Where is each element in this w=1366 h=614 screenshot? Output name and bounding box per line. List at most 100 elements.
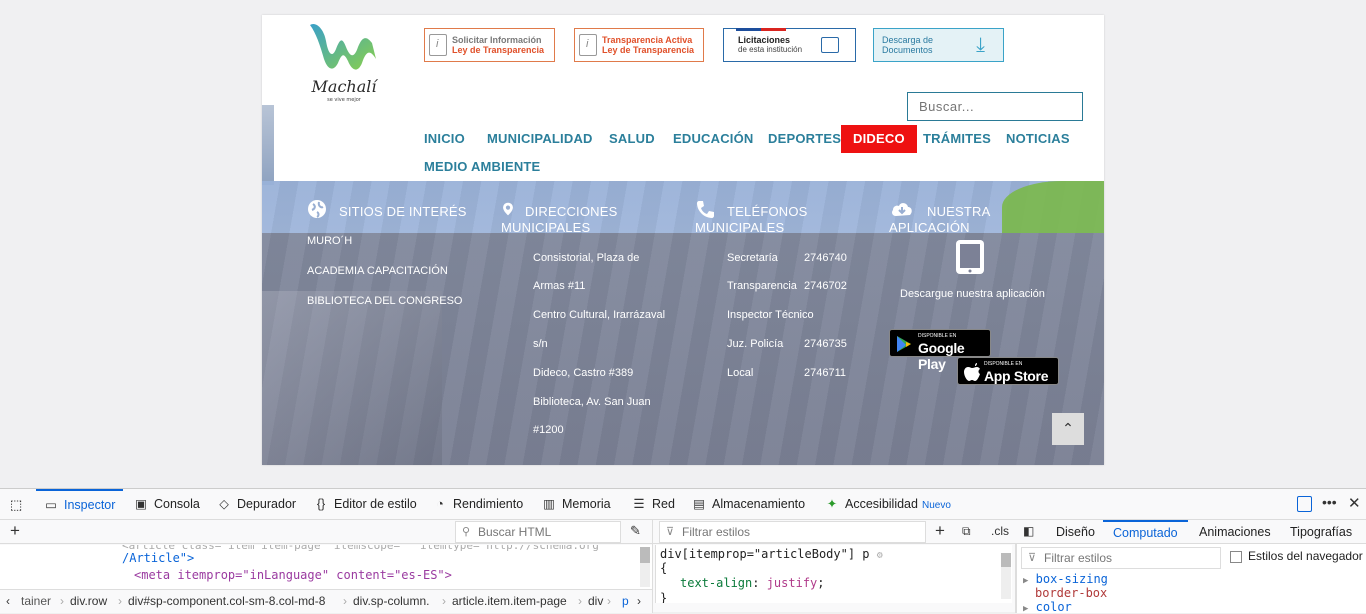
more-options-icon[interactable]: ••• <box>1322 494 1337 510</box>
tab-editor-estilo[interactable]: {} Editor de estilo <box>314 489 417 520</box>
nav-tramites[interactable]: TRÁMITES <box>923 125 991 153</box>
banner-line2: Ley de Transparencia <box>602 45 695 55</box>
chevron-up-icon: ⌃ <box>1062 421 1074 437</box>
css-declaration[interactable]: text-align: justify; <box>680 576 825 590</box>
site-search-input[interactable] <box>907 92 1083 121</box>
close-icon[interactable]: ✕ <box>1348 494 1361 512</box>
heading-telefonos: TELÉFONOS MUNICIPALES <box>695 199 808 236</box>
nav-deportes[interactable]: DEPORTES <box>768 125 841 153</box>
breadcrumb-scroll-left-icon[interactable]: ‹ <box>6 594 10 608</box>
app-store-badge[interactable]: DISPONIBLE EN App Store <box>957 357 1059 385</box>
breadcrumb-item[interactable]: div.row <box>70 594 107 608</box>
breadcrumb: ‹ tainer › div.row › div#sp-component.co… <box>0 589 652 613</box>
breadcrumb-item[interactable]: div#sp-component.col-sm-8.col-md-8 <box>128 594 325 608</box>
pane-divider[interactable] <box>652 520 653 613</box>
site-logo[interactable]: Machalí se vive mejor <box>306 19 382 107</box>
computed-prop: box-sizing <box>1035 572 1108 586</box>
sidebar-toggle-icon[interactable]: ◧ <box>1023 524 1034 538</box>
tab-label: Depurador <box>237 497 297 511</box>
windows-grid-icon <box>821 37 839 53</box>
heading-aplicacion: NUESTRA APLICACIÓN <box>889 199 991 236</box>
computed-filter-placeholder: Filtrar estilos <box>1044 551 1113 565</box>
gear-icon[interactable]: ⚙ <box>877 550 883 561</box>
banner-transparencia-activa[interactable]: Transparencia ActivaLey de Transparencia <box>574 28 704 62</box>
breadcrumb-item[interactable]: tainer <box>21 594 51 608</box>
filter-styles-input[interactable]: ⊽ Filtrar estilos <box>659 521 926 543</box>
breadcrumb-item[interactable]: article.item.item-page <box>452 594 567 608</box>
link-biblioteca-congreso[interactable]: BIBLIOTECA DEL CONGRESO <box>307 295 462 307</box>
banner-descarga-documentos[interactable]: Descarga de Documentos ⤓ <box>873 28 1004 62</box>
add-node-icon[interactable]: + <box>10 521 20 541</box>
download-icon: ⤓ <box>976 34 985 56</box>
nav-inicio[interactable]: INICIO <box>424 125 465 153</box>
html-line[interactable]: /Article"> <box>122 551 194 565</box>
scrollbar-thumb[interactable] <box>640 547 650 563</box>
add-rule-icon[interactable]: + <box>935 521 945 541</box>
link-academia[interactable]: ACADEMIA CAPACITACIÓN <box>307 265 448 277</box>
banner-solicitar-informacion[interactable]: Solicitar InformaciónLey de Transparenci… <box>424 28 555 62</box>
nav-municipalidad[interactable]: MUNICIPALIDAD <box>487 125 593 153</box>
nav-dideco[interactable]: DIDECO <box>841 125 917 153</box>
nav-salud[interactable]: SALUD <box>609 125 655 153</box>
tab-tipografias[interactable]: Tipografías <box>1290 520 1352 544</box>
html-tree-pane: <article class="item item-page" itemscop… <box>0 545 652 589</box>
heading-direcciones: DIRECCIONES MUNICIPALES <box>501 199 618 236</box>
tab-computado[interactable]: Computado <box>1103 520 1188 544</box>
heading-text: DIRECCIONES <box>525 204 618 219</box>
tab-inspector[interactable]: ▭ Inspector <box>36 489 124 520</box>
footer-background-shade <box>262 291 442 465</box>
cloud-download-icon <box>892 203 912 216</box>
breadcrumb-scroll-right-icon[interactable]: › <box>637 594 641 608</box>
link-muroh[interactable]: MURO´H <box>307 235 352 247</box>
eyedropper-icon[interactable]: ✎ <box>630 523 641 539</box>
scroll-to-top-button[interactable]: ⌃ <box>1052 413 1084 445</box>
computed-filter-input[interactable]: ⊽ Filtrar estilos <box>1021 547 1221 569</box>
google-play-badge[interactable]: DISPONIBLE EN Google Play <box>889 329 991 372</box>
heading-text: NUESTRA <box>927 204 991 219</box>
tab-memoria[interactable]: ▥ Memoria <box>542 489 611 520</box>
tab-accesibilidad[interactable]: ✦ Accesibilidad Nuevo <box>825 489 951 520</box>
css-property: text-align <box>680 576 753 590</box>
apple-logo-icon <box>964 363 980 381</box>
telefono-number: 2746735 <box>804 338 847 350</box>
html-scrollbar[interactable] <box>640 547 650 587</box>
tab-almacenamiento[interactable]: ▤ Almacenamiento <box>692 489 805 520</box>
tab-depurador[interactable]: ◇ Depurador <box>217 489 296 520</box>
debugger-icon: ◇ <box>219 497 229 511</box>
css-value: justify <box>766 576 818 590</box>
tab-rendimiento[interactable]: ◔ Rendimiento <box>433 489 523 520</box>
breadcrumb-item-selected[interactable]: p <box>622 594 629 608</box>
breadcrumb-separator: › <box>343 594 347 608</box>
site-footer: SITIOS DE INTERÉS DIRECCIONES MUNICIPALES… <box>262 181 1104 465</box>
tab-consola[interactable]: ▣ Consola <box>134 489 200 520</box>
browser-styles-checkbox[interactable] <box>1230 551 1242 563</box>
cls-toggle[interactable]: .cls <box>991 524 1009 538</box>
accessibility-icon: ✦ <box>826 497 838 511</box>
filter-icon: ⊽ <box>1028 552 1037 564</box>
element-picker-icon[interactable]: ⬚ <box>10 497 22 513</box>
tab-red[interactable]: ☰ Red <box>632 489 675 520</box>
direccion-line: Armas #11 <box>533 280 586 292</box>
footer-green-accent <box>1002 181 1104 233</box>
breadcrumb-item[interactable]: div.sp-column. <box>353 594 429 608</box>
computed-row[interactable]: ▶ box-sizing <box>1023 572 1108 586</box>
pseudo-class-icon[interactable]: ⧉ <box>962 524 971 539</box>
tab-animaciones[interactable]: Animaciones <box>1199 520 1271 544</box>
nav-noticias[interactable]: NOTICIAS <box>1006 125 1070 153</box>
banner-licitaciones[interactable]: Licitaciones de esta institución <box>723 28 856 62</box>
rules-scrollbar[interactable] <box>1001 553 1011 599</box>
breadcrumb-item[interactable]: div <box>588 594 603 608</box>
direccion-line: Centro Cultural, Irarrázaval <box>533 309 666 321</box>
nav-medio-ambiente[interactable]: MEDIO AMBIENTE <box>424 153 540 181</box>
nav-educacion[interactable]: EDUCACIÓN <box>673 125 754 153</box>
telefono-label: Juz. Policía <box>727 338 784 350</box>
responsive-mode-icon[interactable] <box>1297 496 1312 512</box>
tab-diseno[interactable]: Diseño <box>1056 520 1095 544</box>
telefono-label: Secretaría <box>727 252 778 264</box>
scrollbar-thumb[interactable] <box>1001 553 1011 567</box>
network-icon: ☰ <box>633 497 645 511</box>
search-html-input[interactable]: ⚲ Buscar HTML <box>455 521 621 543</box>
search-html-placeholder: Buscar HTML <box>478 525 552 539</box>
html-line[interactable]: <meta itemprop="inLanguage" content="es-… <box>134 568 452 582</box>
css-selector[interactable]: div[itemprop="articleBody"] p ⚙ <box>660 547 883 561</box>
